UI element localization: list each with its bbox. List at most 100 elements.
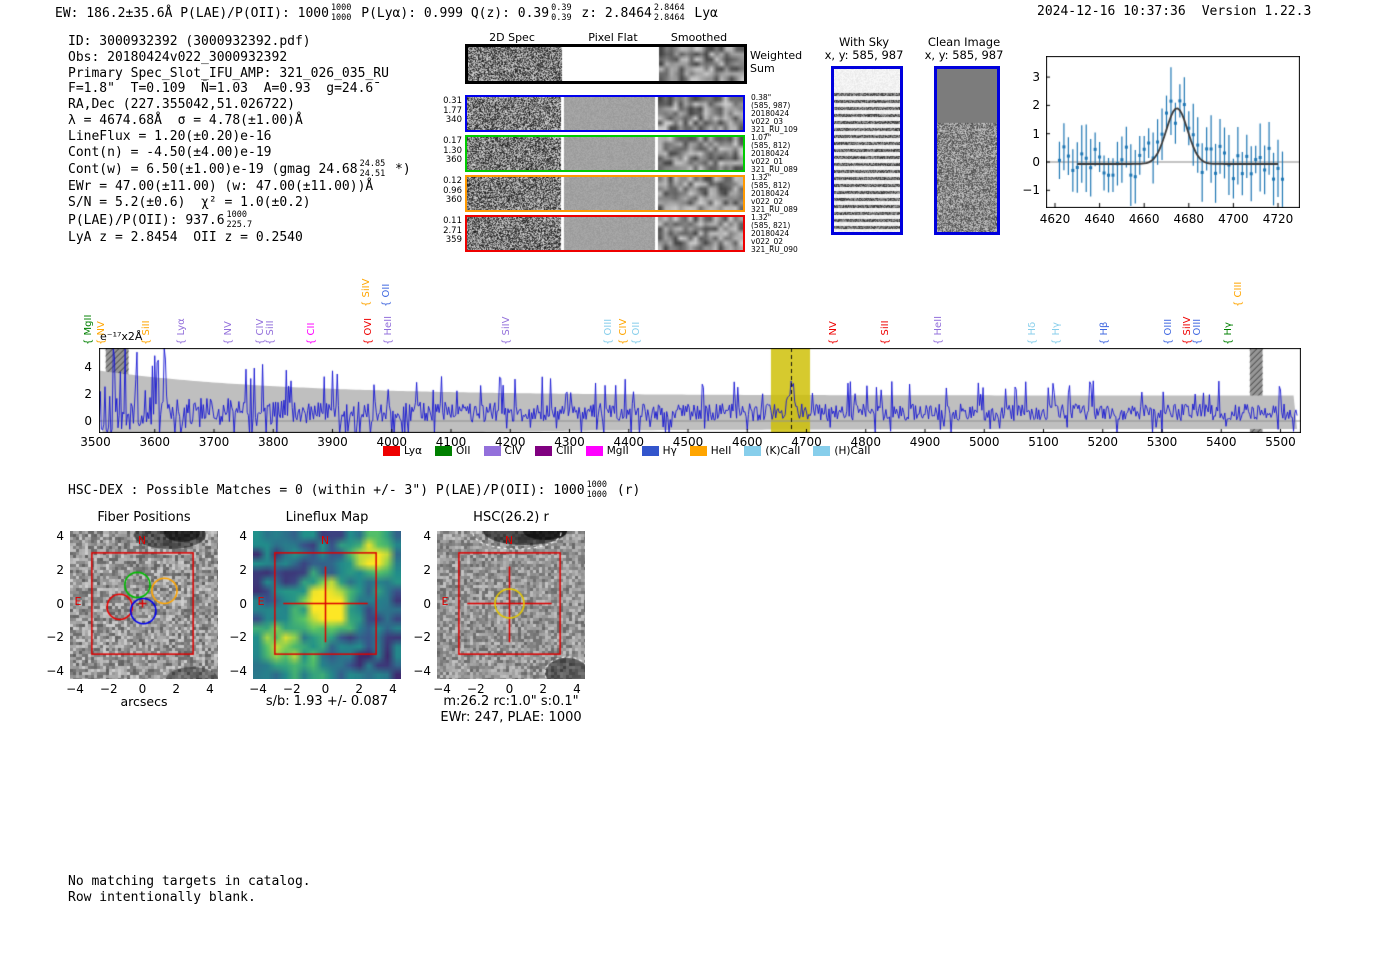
elixer-report-page: EW: 186.2±35.6Å P(LAE)/P(OII): 1000 1000 1… (0, 0, 1400, 953)
hsc-r-image (437, 531, 585, 679)
cutout-y-tick-label: −4 (229, 664, 247, 678)
legend-label: CIII (556, 445, 573, 457)
cutout-x-tick-label: 2 (172, 682, 181, 696)
clean-image-title: Clean Image (927, 35, 1001, 49)
fiber-xlabel: arcsecs (120, 694, 168, 709)
cutout-y-tick-label: −2 (229, 630, 247, 645)
legend-swatch (435, 446, 453, 456)
emission-line-label: { OVI (363, 317, 375, 345)
clean-image (934, 66, 1000, 235)
legend-item: CIII (535, 445, 573, 457)
cutout-x-tick-label: −4 (433, 682, 451, 696)
inset-x-tick-label: 4680 (1173, 212, 1205, 226)
legend-label: HeII (710, 445, 732, 457)
compass-north-label: N (137, 534, 147, 547)
cutout-y-tick-label: 0 (56, 596, 64, 611)
fullspec-x-tick-label: 5100 (1028, 435, 1059, 449)
header-version: Version 1.22.3 (1201, 4, 1312, 19)
stacked-fraction: 1000 225.7 (226, 210, 253, 230)
compass-east-label: E (441, 595, 449, 608)
legend-swatch (641, 446, 659, 456)
cutout-y-tick-label: 2 (239, 562, 247, 577)
legend-label: MgII (606, 445, 629, 457)
spectrum-legend: Lyα OII CIV CIII MgII Hγ HeII (K)CaII (H)CaII (383, 445, 870, 457)
lineflux-xlabel: s/b: 1.93 +/- 0.087 (265, 694, 389, 709)
spec2d-row-right-labels: 1.32" (585, 812) 20180424 v022_02 321_RU… (751, 173, 798, 214)
text-segment: *) (387, 162, 411, 178)
text-segment: F=1.8" T=0.109 N̄=1.03 A=0.93 g=24.6̄ (68, 81, 374, 97)
footer-note: No matching targets in catalog. Row inte… (68, 874, 311, 906)
emission-line-label: { SiIV (361, 278, 373, 307)
text-segment: RA,Dec (227.355042,51.026722) (68, 97, 295, 113)
text-segment: Lyα (686, 6, 718, 22)
emission-line-label: { OIII (1162, 318, 1174, 345)
text-segment: LineFlux = 1.20(±0.20)e-16 (68, 128, 272, 144)
fullspec-x-tick-label: 5300 (1146, 435, 1178, 449)
spec2d-row-right-labels: 1.07" (585, 812) 20180424 v022_01 321_RU… (751, 133, 798, 174)
fullspec-x-tick-label: 3900 (317, 435, 348, 449)
fullspec-x-tick-label: 5400 (1205, 435, 1237, 449)
legend-item: CIV (483, 445, 523, 457)
legend-item: HeII (689, 445, 732, 457)
emission-line-label: { Hγ (1050, 322, 1062, 345)
legend-swatch (744, 446, 762, 456)
text-segment: P(LAE)/P(OII): 937.6 (68, 213, 225, 229)
text-segment: ID: 3000932392 (3000932392.pdf) (68, 34, 311, 49)
emission-line-label: { OII (381, 283, 393, 307)
cutout-y-tick-label: −2 (413, 630, 431, 645)
lineflux-map-image (253, 531, 401, 679)
cutout-y-tick-label: −4 (46, 664, 64, 678)
fullspec-x-tick-label: 3600 (139, 435, 171, 449)
cutout-x-tick-label: 0 (138, 682, 147, 696)
emission-line-label: { OII (631, 321, 643, 345)
cutout-x-tick-label: 2 (539, 682, 548, 696)
legend-label: Lyα (404, 445, 423, 457)
fullspec-x-tick-label: 5000 (968, 435, 1000, 449)
lineflux-map-title: Lineflux Map (285, 510, 369, 525)
spec2d-row-left-labels: 0.31 1.77 340 (443, 96, 462, 125)
cutout-y-tick-label: 0 (239, 596, 247, 611)
text-segment: EW: 186.2±35.6Å P(LAE)/P(OII): 1000 (55, 6, 329, 22)
emission-line-label: { SiII (265, 320, 277, 345)
hsc-xlabel: m:26.2 rc:1.0" s:0.1" (443, 694, 579, 709)
cutout-y-tick-label: 0 (423, 596, 431, 611)
with-sky-title: With Sky (838, 35, 890, 49)
compass-north-label: N (504, 534, 514, 547)
emission-line-label: { NV (828, 321, 839, 345)
inset-x-tick-label: 4640 (1084, 212, 1115, 226)
cutout-x-tick-label: −4 (249, 682, 267, 696)
cutout-x-tick-label: −2 (99, 682, 118, 696)
spec2d-row-right-labels: 0.38" (585, 987) 20180424 v022_03 321_RU… (751, 93, 798, 134)
line-fit-plot (1046, 56, 1300, 208)
legend-item: OII (435, 445, 471, 457)
spec2d-row-right-labels: 1.32" (585, 821) 20180424 v022_02 321_RU… (751, 213, 798, 254)
stacked-fraction: 2.8464 2.8464 (653, 3, 685, 23)
legend-item: Hγ (641, 445, 677, 457)
header-datetime: 2024-12-16 10:37:36 (1037, 4, 1186, 19)
legend-label: (H)CaII (834, 445, 871, 457)
compass-east-label: E (74, 595, 82, 608)
cutout-y-tick-label: 2 (423, 562, 431, 577)
clean-image-coords: x, y: 585, 987 (924, 48, 1004, 62)
inset-x-tick-label: 4720 (1262, 212, 1294, 226)
emission-line-label: { Hβ (1099, 321, 1111, 345)
weighted-sum-label: Weighted Sum (750, 49, 803, 75)
header-meta: 2024-12-16 10:37:36 Version 1.22.3 (1037, 4, 1311, 19)
inset-x-tick-label: 4620 (1039, 212, 1071, 226)
inset-y-tick-label: −1 (1022, 183, 1040, 198)
legend-swatch (535, 446, 553, 456)
legend-swatch (483, 446, 501, 456)
cutout-y-tick-label: −2 (46, 630, 64, 645)
spec2d-row-strip (465, 95, 745, 132)
emission-line-label: { NV (96, 321, 108, 345)
legend-label: CIV (504, 445, 523, 457)
cutout-x-tick-label: 2 (355, 682, 364, 696)
emission-line-label: { CII (306, 322, 318, 345)
cutout-y-tick-label: 4 (423, 529, 431, 543)
cutout-x-tick-label: 0 (321, 682, 330, 696)
emission-line-label: { OIII (1192, 318, 1204, 345)
cutout-x-tick-label: 4 (389, 682, 397, 696)
spec2d-row-strip (465, 135, 745, 172)
cutout-x-tick-label: −4 (66, 682, 84, 696)
cutout-x-tick-label: −2 (282, 682, 301, 696)
